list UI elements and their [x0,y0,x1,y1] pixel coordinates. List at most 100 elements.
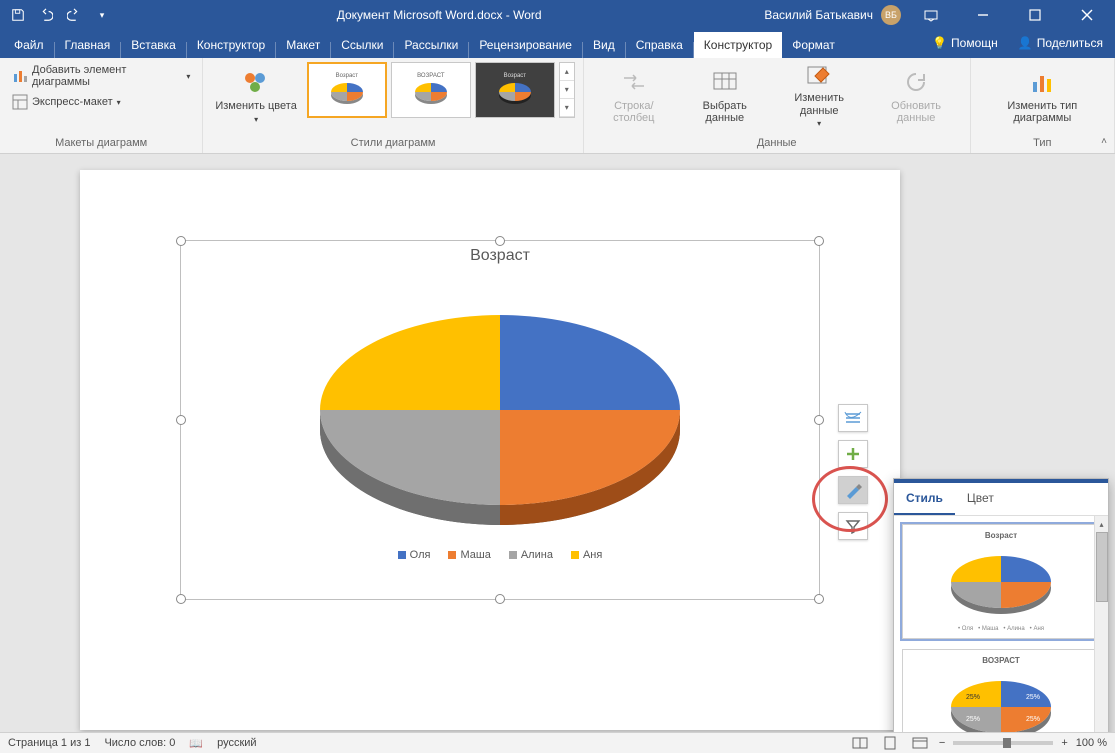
gallery-scroll-down-icon[interactable]: ▾ [560,81,574,99]
chevron-down-icon: ▾ [254,115,258,124]
share-button[interactable]: 👤 Поделиться [1010,32,1111,54]
user-avatar[interactable]: ВБ [881,5,901,25]
web-layout-icon[interactable] [909,735,931,751]
chart-object[interactable]: Возраст Оля Маша Алина Аня [180,240,820,600]
edit-data-button[interactable]: Изменить данные ▾ [774,62,865,128]
chart-style-1[interactable]: Возраст [307,62,387,118]
edit-data-icon [803,62,835,90]
zoom-level[interactable]: 100 % [1076,737,1107,749]
tell-me-button[interactable]: 💡Помощн [924,32,1006,54]
tab-layout[interactable]: Макет [276,32,330,58]
flyout-style-card-2[interactable]: ВОЗРАСТ 25%25%25%25% [902,649,1100,732]
document-title: Документ Microsoft Word.docx - Word [120,8,758,22]
quick-layout-icon [12,94,28,110]
tab-help[interactable]: Справка [626,32,693,58]
page-indicator[interactable]: Страница 1 из 1 [8,737,90,749]
flyout-scrollbar[interactable]: ▴ ▾ [1094,516,1108,732]
redo-icon[interactable] [62,3,86,27]
read-mode-icon[interactable] [849,735,871,751]
share-label: Поделиться [1037,36,1103,50]
select-data-icon [709,66,741,98]
chart-styles-gallery: Возраст ВОЗРАСТ Возраст ▴ ▾ ▾ [307,62,575,118]
tab-chart-format[interactable]: Формат [782,32,845,58]
quick-access-toolbar: ▾ [0,3,120,27]
zoom-in-icon[interactable]: + [1061,737,1067,749]
chart-side-buttons [838,404,868,540]
add-chart-element-button[interactable]: Добавить элемент диаграммы ▾ [8,62,194,90]
flyout-tab-color[interactable]: Цвет [955,483,1006,515]
resize-handle[interactable] [176,236,186,246]
tab-review[interactable]: Рецензирование [469,32,582,58]
maximize-icon[interactable] [1013,0,1057,30]
tab-design[interactable]: Конструктор [187,32,275,58]
change-chart-type-button[interactable]: Изменить тип диаграммы [979,62,1106,128]
svg-text:25%: 25% [1026,694,1040,701]
tab-mailings[interactable]: Рассылки [394,32,468,58]
document-area: Возраст Оля Маша Алина Аня [0,154,1115,732]
change-type-label: Изменить тип диаграммы [983,100,1102,124]
gallery-scroll-up-icon[interactable]: ▴ [560,63,574,81]
undo-icon[interactable] [34,3,58,27]
ribbon: Добавить элемент диаграммы ▾ Экспресс-ма… [0,58,1115,154]
chart-layout-options-icon[interactable] [838,404,868,432]
resize-handle[interactable] [495,236,505,246]
zoom-slider[interactable] [953,741,1053,745]
legend-item: Маша [460,549,490,561]
scroll-up-icon[interactable]: ▴ [1095,516,1108,532]
user-area: Василий Батькавич ВБ [758,0,1115,30]
group-layouts-label: Макеты диаграмм [8,135,194,151]
tab-home[interactable]: Главная [55,32,121,58]
minimize-icon[interactable] [961,0,1005,30]
chart-styles-icon[interactable] [838,476,868,504]
resize-handle[interactable] [176,594,186,604]
tab-chart-design[interactable]: Конструктор [694,32,782,58]
resize-handle[interactable] [814,415,824,425]
svg-text:25%: 25% [966,716,980,723]
word-count[interactable]: Число слов: 0 [104,737,175,749]
chart-filters-icon[interactable] [838,512,868,540]
change-colors-icon [240,66,272,98]
flyout-tab-style[interactable]: Стиль [894,483,955,515]
scroll-thumb[interactable] [1096,532,1108,602]
print-layout-icon[interactable] [879,735,901,751]
quick-layout-button[interactable]: Экспресс-макет ▾ [8,92,194,112]
flyout-style-card-1[interactable]: Возраст • Оля • Маша • Алина • Аня [902,524,1100,639]
collapse-ribbon-icon[interactable]: ˄ [1101,136,1107,147]
resize-handle[interactable] [176,415,186,425]
language-indicator[interactable]: русский [217,737,256,749]
tab-references[interactable]: Ссылки [331,32,393,58]
refresh-data-label: Обновить данные [875,100,958,124]
ribbon-display-icon[interactable] [909,0,953,30]
chart-legend[interactable]: Оля Маша Алина Аня [181,549,819,561]
zoom-out-icon[interactable]: − [939,737,945,749]
change-type-icon [1026,66,1058,98]
resize-handle[interactable] [495,594,505,604]
user-name[interactable]: Василий Батькавич [764,8,873,22]
refresh-data-button: Обновить данные [871,62,962,128]
tab-view[interactable]: Вид [583,32,625,58]
svg-text:25%: 25% [1026,716,1040,723]
ribbon-tabs: Файл Главная Вставка Конструктор Макет С… [0,30,1115,58]
close-icon[interactable] [1065,0,1109,30]
resize-handle[interactable] [814,236,824,246]
card-title: Возраст [985,531,1017,540]
legend-item: Алина [521,549,553,561]
chart-style-3[interactable]: Возраст [475,62,555,118]
share-icon: 👤 [1018,36,1033,50]
pie-chart[interactable] [280,265,720,545]
chart-style-2[interactable]: ВОЗРАСТ [391,62,471,118]
tab-file[interactable]: Файл [4,32,54,58]
save-icon[interactable] [6,3,30,27]
svg-text:25%: 25% [966,694,980,701]
gallery-more-icon[interactable]: ▾ [560,99,574,117]
qat-dropdown-icon[interactable]: ▾ [90,3,114,27]
spell-check-icon[interactable]: 📖 [189,737,203,750]
group-data-label: Данные [592,135,962,151]
change-colors-button[interactable]: Изменить цвета ▾ [211,62,300,128]
select-data-button[interactable]: Выбрать данные [682,62,768,128]
resize-handle[interactable] [814,594,824,604]
title-bar: ▾ Документ Microsoft Word.docx - Word Ва… [0,0,1115,30]
group-type-label: Тип [979,135,1106,151]
tab-insert[interactable]: Вставка [121,32,186,58]
chart-elements-icon[interactable] [838,440,868,468]
